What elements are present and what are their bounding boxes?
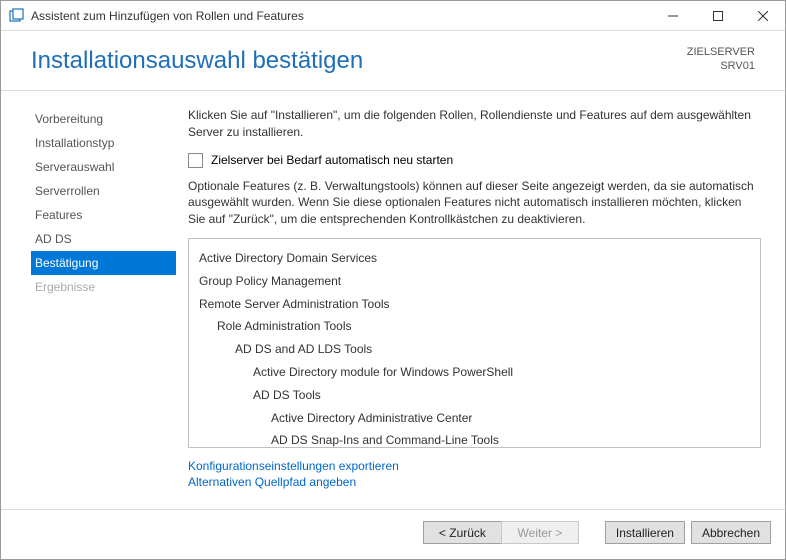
sidebar-item-ergebnisse: Ergebnisse xyxy=(31,275,176,299)
selection-item: Remote Server Administration Tools xyxy=(199,293,750,316)
selection-item: AD DS and AD LDS Tools xyxy=(199,338,750,361)
window-controls xyxy=(650,1,785,31)
selection-item: Active Directory module for Windows Powe… xyxy=(199,361,750,384)
alternate-source-link[interactable]: Alternativen Quellpfad angeben xyxy=(188,474,761,490)
sidebar-item-bestaetigung[interactable]: Bestätigung xyxy=(31,251,176,275)
app-icon xyxy=(9,8,25,24)
links-area: Konfigurationseinstellungen exportieren … xyxy=(188,458,761,490)
maximize-button[interactable] xyxy=(695,1,740,31)
titlebar: Assistent zum Hinzufügen von Rollen und … xyxy=(1,1,785,31)
next-button: Weiter > xyxy=(501,521,579,544)
sidebar-item-features[interactable]: Features xyxy=(31,203,176,227)
target-server-box: ZIELSERVER SRV01 xyxy=(687,45,755,74)
intro-text: Klicken Sie auf "Installieren", um die f… xyxy=(188,107,761,141)
selection-list[interactable]: Active Directory Domain Services Group P… xyxy=(188,238,761,448)
body: Vorbereitung Installationstyp Serverausw… xyxy=(1,91,785,509)
install-button[interactable]: Installieren xyxy=(605,521,685,544)
selection-item: AD DS Snap-Ins and Command-Line Tools xyxy=(199,429,750,448)
window-title: Assistent zum Hinzufügen von Rollen und … xyxy=(31,9,650,23)
footer: < Zurück Weiter > Installieren Abbrechen xyxy=(1,509,785,555)
selection-item: Active Directory Administrative Center xyxy=(199,407,750,430)
target-server-value: SRV01 xyxy=(687,59,755,73)
restart-checkbox[interactable] xyxy=(188,153,203,168)
sidebar-item-serverrollen[interactable]: Serverrollen xyxy=(31,179,176,203)
minimize-button[interactable] xyxy=(650,1,695,31)
sidebar-item-vorbereitung[interactable]: Vorbereitung xyxy=(31,107,176,131)
target-server-label: ZIELSERVER xyxy=(687,45,755,59)
selection-item: Active Directory Domain Services xyxy=(199,247,750,270)
selection-item: AD DS Tools xyxy=(199,384,750,407)
nav-button-group: < Zurück Weiter > xyxy=(423,521,579,544)
sidebar-item-adds[interactable]: AD DS xyxy=(31,227,176,251)
selection-item: Role Administration Tools xyxy=(199,315,750,338)
restart-checkbox-label: Zielserver bei Bedarf automatisch neu st… xyxy=(211,153,453,167)
page-title: Installationsauswahl bestätigen xyxy=(31,47,363,75)
header: Installationsauswahl bestätigen ZIELSERV… xyxy=(1,31,785,91)
optional-features-note: Optionale Features (z. B. Verwaltungstoo… xyxy=(188,178,761,228)
selection-item: Group Policy Management xyxy=(199,270,750,293)
sidebar-item-serverauswahl[interactable]: Serverauswahl xyxy=(31,155,176,179)
back-button[interactable]: < Zurück xyxy=(423,521,501,544)
main-panel: Klicken Sie auf "Installieren", um die f… xyxy=(176,91,785,509)
restart-checkbox-row[interactable]: Zielserver bei Bedarf automatisch neu st… xyxy=(188,153,761,168)
cancel-button[interactable]: Abbrechen xyxy=(691,521,771,544)
wizard-steps-sidebar: Vorbereitung Installationstyp Serverausw… xyxy=(1,91,176,509)
close-button[interactable] xyxy=(740,1,785,31)
export-config-link[interactable]: Konfigurationseinstellungen exportieren xyxy=(188,458,761,474)
sidebar-item-installationstyp[interactable]: Installationstyp xyxy=(31,131,176,155)
